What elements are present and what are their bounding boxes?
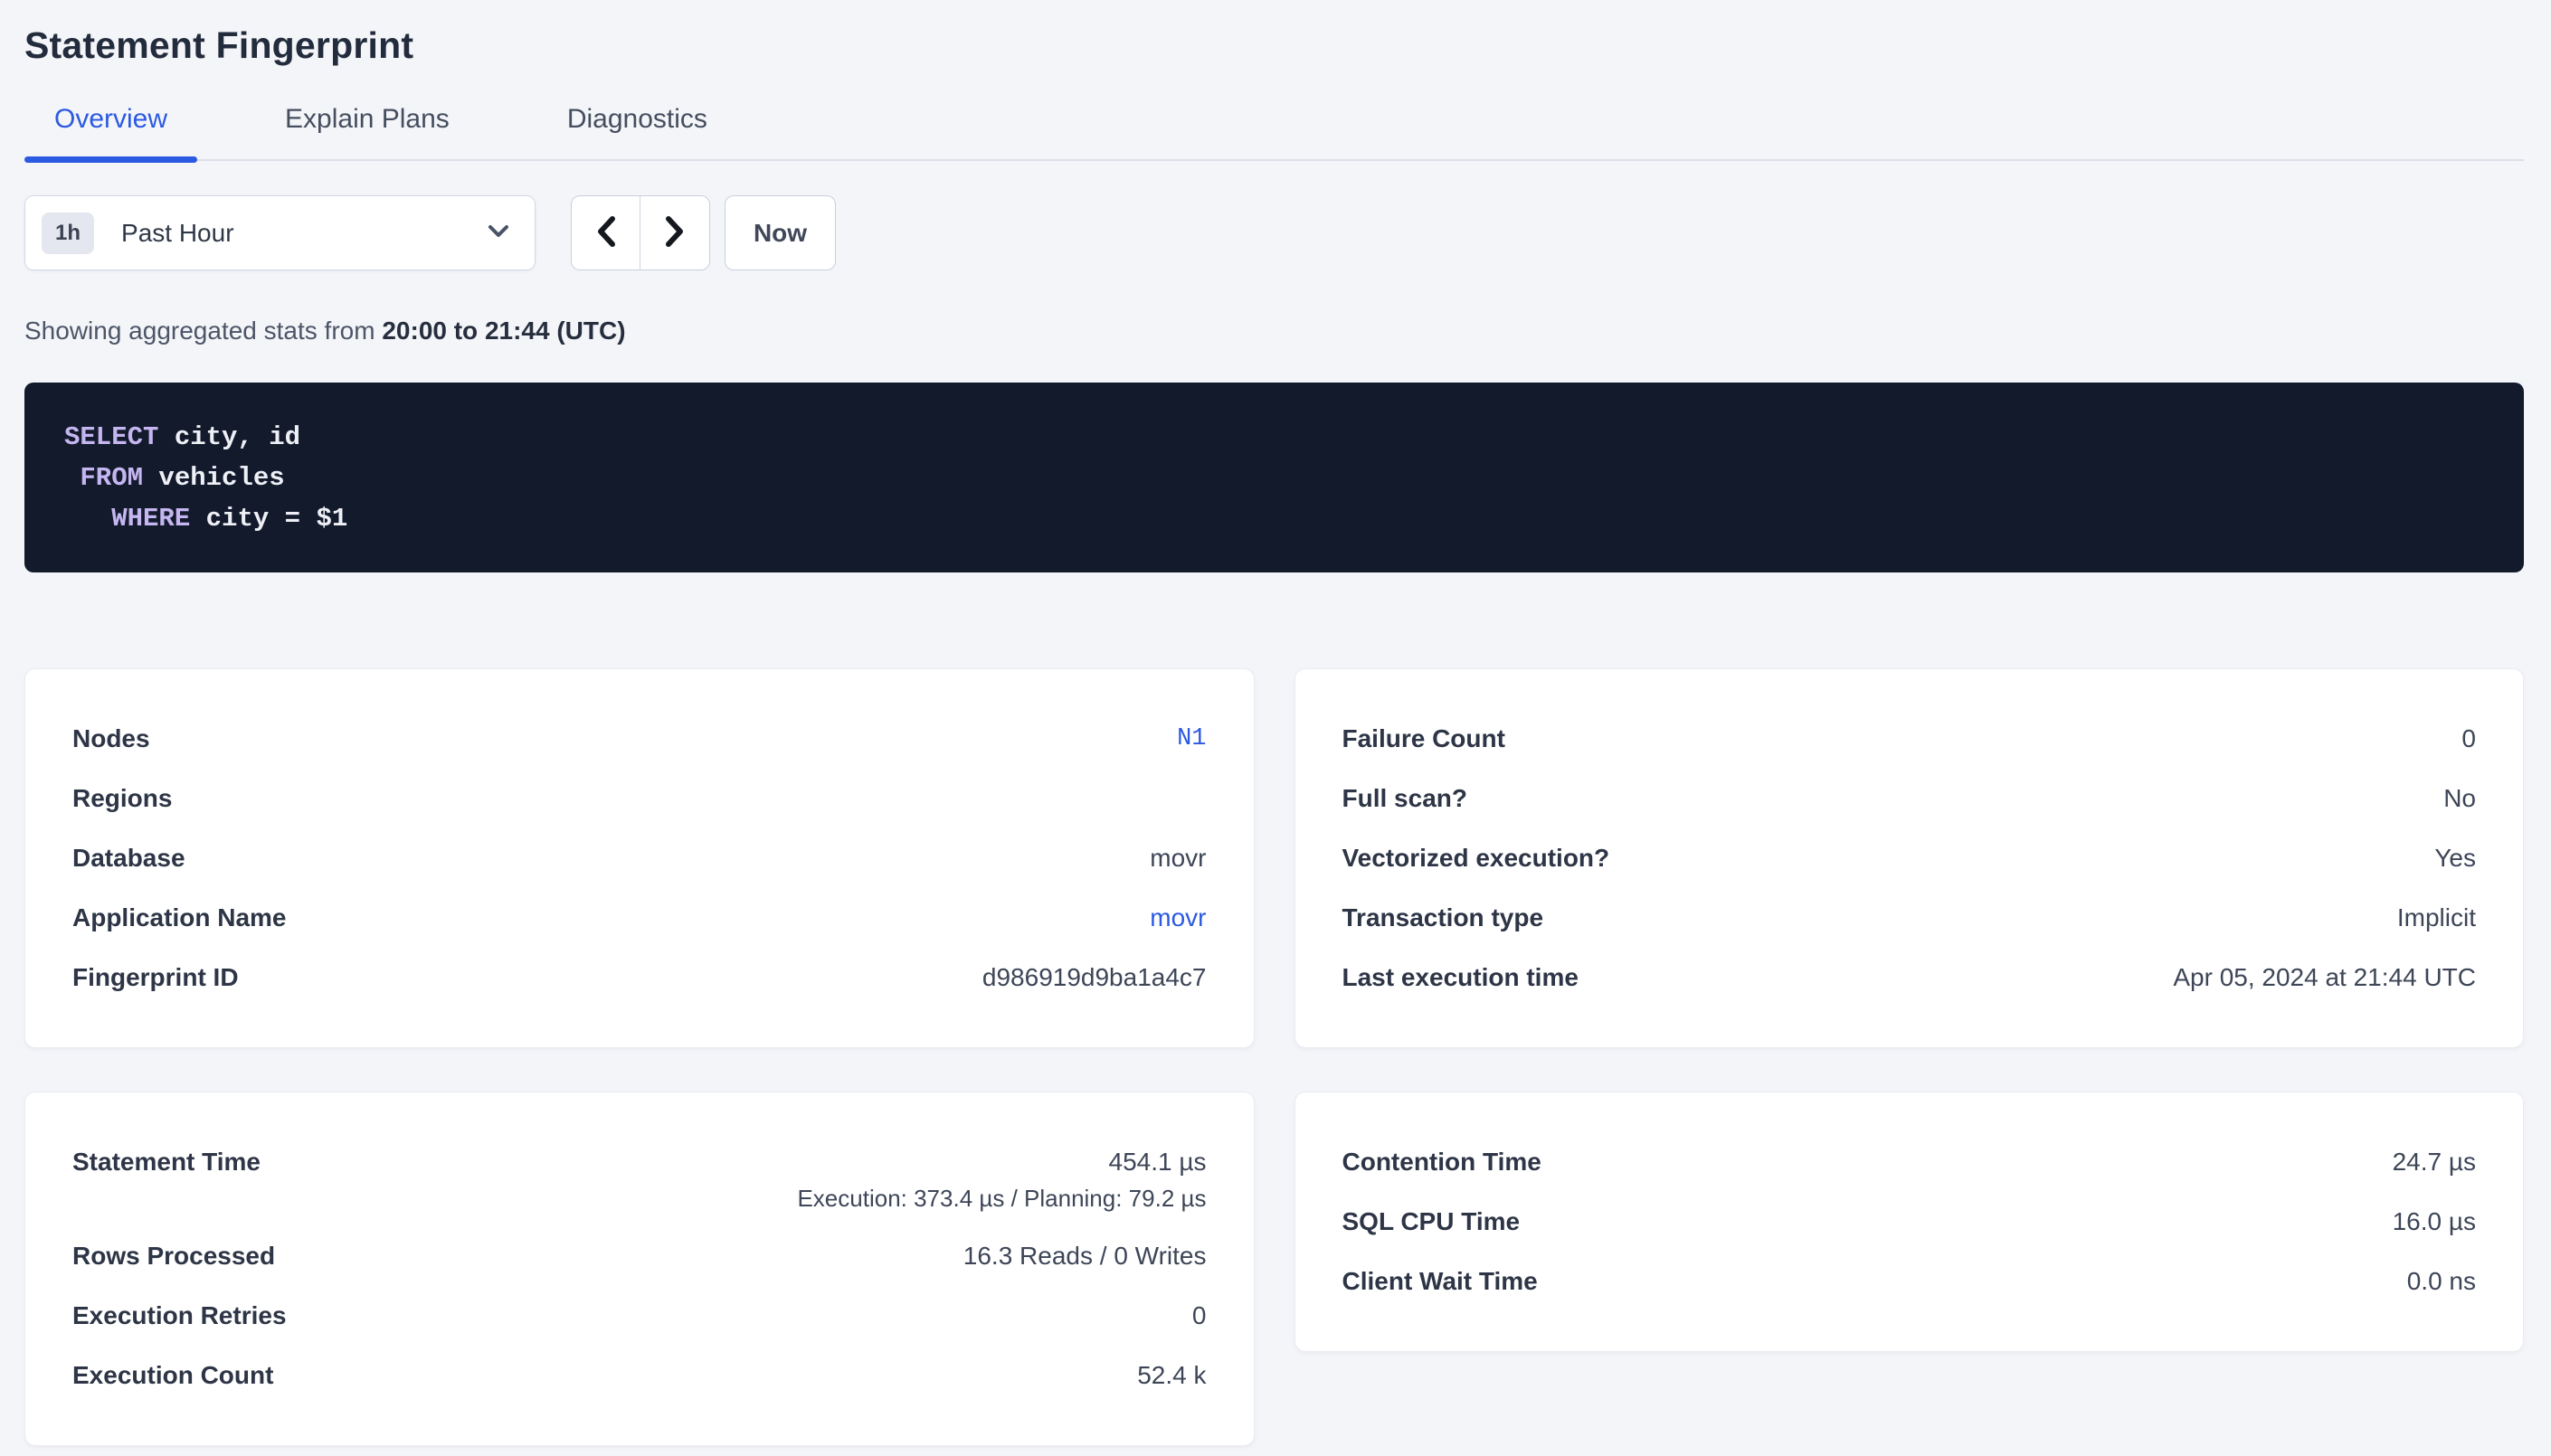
- sql-keyword: FROM: [80, 463, 143, 493]
- application-name-link[interactable]: movr: [1150, 903, 1206, 931]
- row-value: movr: [1150, 844, 1206, 872]
- row-value-block: Apr 05, 2024 at 21:44 UTC: [2173, 962, 2476, 993]
- tab-explain-plans[interactable]: Explain Plans: [255, 103, 479, 159]
- application-name-row: Application Name movr: [72, 888, 1207, 948]
- row-value-block: 16.0 µs: [2393, 1206, 2476, 1237]
- last-execution-time-row: Last execution time Apr 05, 2024 at 21:44…: [1342, 948, 2477, 1007]
- details-card-left: NodesN1RegionsDatabasemovrApplication Na…: [24, 668, 1255, 1048]
- row-value-block: N1: [1177, 723, 1206, 754]
- row-value: 454.1 µs: [1109, 1148, 1207, 1176]
- row-label: Execution Retries: [72, 1300, 287, 1331]
- sql-statement-box: SELECT city, id FROM vehicles WHERE city…: [24, 383, 2524, 572]
- time-range-dropdown[interactable]: 1h Past Hour: [24, 195, 536, 270]
- contention-time-row: Contention Time 24.7 µs: [1342, 1132, 2477, 1192]
- client-wait-time-row: Client Wait Time 0.0 ns: [1342, 1252, 2477, 1311]
- now-button[interactable]: Now: [725, 195, 836, 270]
- time-range-stepper: [571, 195, 710, 270]
- row-label: Fingerprint ID: [72, 962, 239, 993]
- row-value-block: 0: [1192, 1300, 1207, 1331]
- statement-time-row: Statement Time 454.1 µs Execution: 373.4 µ…: [72, 1132, 1207, 1226]
- row-value: d986919d9ba1a4c7: [982, 963, 1207, 991]
- row-label: Rows Processed: [72, 1241, 275, 1272]
- prev-range-button[interactable]: [572, 196, 640, 269]
- sql-keyword: SELECT: [64, 422, 158, 452]
- row-value: 16.0 µs: [2393, 1207, 2476, 1235]
- row-value-block: d986919d9ba1a4c7: [982, 962, 1207, 993]
- row-value: 0: [2461, 724, 2476, 752]
- wait-time-stats-card: Contention Time 24.7 µs SQL CPU Time 16.0 µ…: [1294, 1092, 2525, 1352]
- time-range-label: Past Hour: [121, 219, 488, 248]
- row-label: Application Name: [72, 903, 286, 933]
- chevron-right-icon: [663, 215, 687, 251]
- row-value: 0.0 ns: [2407, 1267, 2476, 1295]
- aggregated-stats-prefix: Showing aggregated stats from: [24, 317, 382, 345]
- row-value-block: 52.4 k: [1137, 1360, 1206, 1391]
- aggregated-stats-range: 20:00 to 21:44 (UTC): [382, 317, 625, 345]
- row-label: Execution Count: [72, 1360, 273, 1391]
- sql-cpu-time-row: SQL CPU Time 16.0 µs: [1342, 1192, 2477, 1252]
- row-value-block: 0.0 ns: [2407, 1266, 2476, 1297]
- rows-processed-row: Rows Processed 16.3 Reads / 0 Writes: [72, 1226, 1207, 1286]
- row-value-block: 454.1 µs Execution: 373.4 µs / Planning: …: [797, 1147, 1206, 1212]
- row-value: 16.3 Reads / 0 Writes: [963, 1242, 1207, 1270]
- row-value: Implicit: [2397, 903, 2476, 931]
- chevron-down-icon: [488, 224, 509, 242]
- row-value: Yes: [2434, 844, 2476, 872]
- row-value: No: [2443, 784, 2476, 812]
- row-label: Contention Time: [1342, 1147, 1541, 1177]
- details-card-right: Failure Count 0 Full scan? No Vectorized exe…: [1294, 668, 2525, 1048]
- row-value-block: Yes: [2434, 843, 2476, 874]
- page-title: Statement Fingerprint: [24, 24, 2524, 67]
- row-value-block: movr: [1150, 903, 1206, 933]
- tab-bar: Overview Explain Plans Diagnostics: [24, 103, 2524, 161]
- row-label: SQL CPU Time: [1342, 1206, 1521, 1237]
- row-label: Regions: [72, 783, 172, 814]
- row-label: Statement Time: [72, 1147, 261, 1177]
- row-value-block: No: [2443, 783, 2476, 814]
- row-label: Full scan?: [1342, 783, 1467, 814]
- regions-row: Regions: [72, 769, 1207, 828]
- transaction-type-row: Transaction type Implicit: [1342, 888, 2477, 948]
- nodes-row: Nodes N1: [72, 709, 1207, 769]
- timing-stats-card: Statement Time 454.1 µs Execution: 373.4 µ…: [24, 1092, 1255, 1446]
- time-range-badge: 1h: [42, 213, 94, 254]
- full-scan-row: Full scan? No: [1342, 769, 2477, 828]
- row-subvalue: Execution: 373.4 µs / Planning: 79.2 µs: [797, 1185, 1206, 1212]
- row-label: Database: [72, 843, 185, 874]
- row-value-block: 0: [2461, 723, 2476, 754]
- row-value-block: 24.7 µs: [2393, 1147, 2476, 1177]
- row-label: Vectorized execution?: [1342, 843, 1610, 874]
- row-value-block: Implicit: [2397, 903, 2476, 933]
- tab-overview[interactable]: Overview: [24, 103, 197, 159]
- fingerprint-id-row: Fingerprint ID d986919d9ba1a4c7: [72, 948, 1207, 1007]
- row-value: Apr 05, 2024 at 21:44 UTC: [2173, 963, 2476, 991]
- row-value: 52.4 k: [1137, 1361, 1206, 1389]
- row-label: Failure Count: [1342, 723, 1505, 754]
- tab-diagnostics[interactable]: Diagnostics: [537, 103, 737, 159]
- row-value: 0: [1192, 1301, 1207, 1329]
- execution-retries-row: Execution Retries 0: [72, 1286, 1207, 1346]
- sql-keyword: WHERE: [111, 504, 190, 534]
- stats-cards-grid: NodesN1RegionsDatabasemovrApplication Na…: [24, 668, 2524, 1446]
- nodes-link[interactable]: N1: [1177, 725, 1206, 752]
- next-range-button[interactable]: [640, 196, 709, 269]
- chevron-left-icon: [594, 215, 618, 251]
- row-label: Transaction type: [1342, 903, 1544, 933]
- row-value-block: 16.3 Reads / 0 Writes: [963, 1241, 1207, 1272]
- vectorized-execution-row: Vectorized execution? Yes: [1342, 828, 2477, 888]
- row-value: 24.7 µs: [2393, 1148, 2476, 1176]
- row-value-block: movr: [1150, 843, 1206, 874]
- time-range-toolbar: 1h Past Hour: [24, 195, 2524, 270]
- execution-count-row: Execution Count 52.4 k: [72, 1346, 1207, 1405]
- failure-count-row: Failure Count 0: [1342, 709, 2477, 769]
- row-label: Nodes: [72, 723, 150, 754]
- row-label: Client Wait Time: [1342, 1266, 1538, 1297]
- aggregated-stats-line: Showing aggregated stats from 20:00 to 2…: [24, 316, 2524, 346]
- statement-fingerprint-page: Statement Fingerprint Overview Explain Pl…: [0, 24, 2551, 1446]
- row-label: Last execution time: [1342, 962, 1579, 993]
- database-row: Database movr: [72, 828, 1207, 888]
